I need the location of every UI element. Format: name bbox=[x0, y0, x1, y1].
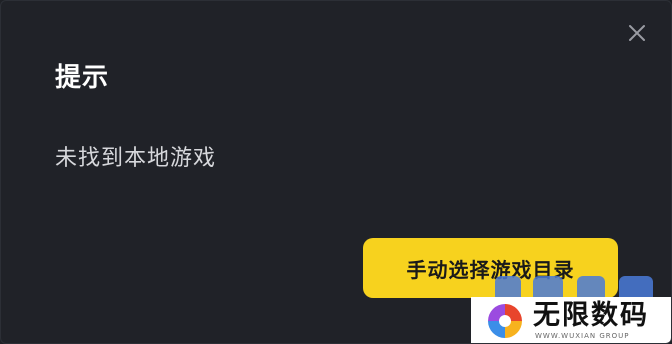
dialog: 提示 未找到本地游戏 手动选择游戏目录 无限数码 WWW.WUXIAN GROU… bbox=[0, 0, 672, 344]
close-icon[interactable] bbox=[625, 21, 649, 45]
watermark-logo-icon bbox=[487, 303, 523, 339]
dialog-title: 提示 bbox=[55, 63, 110, 93]
watermark-url: WWW.WUXIAN GROUP bbox=[535, 332, 630, 340]
watermark-brand: 无限数码 bbox=[533, 300, 649, 331]
dialog-message: 未找到本地游戏 bbox=[55, 146, 217, 171]
watermark: 无限数码 WWW.WUXIAN GROUP bbox=[471, 297, 671, 343]
select-game-directory-button[interactable]: 手动选择游戏目录 bbox=[363, 238, 618, 298]
